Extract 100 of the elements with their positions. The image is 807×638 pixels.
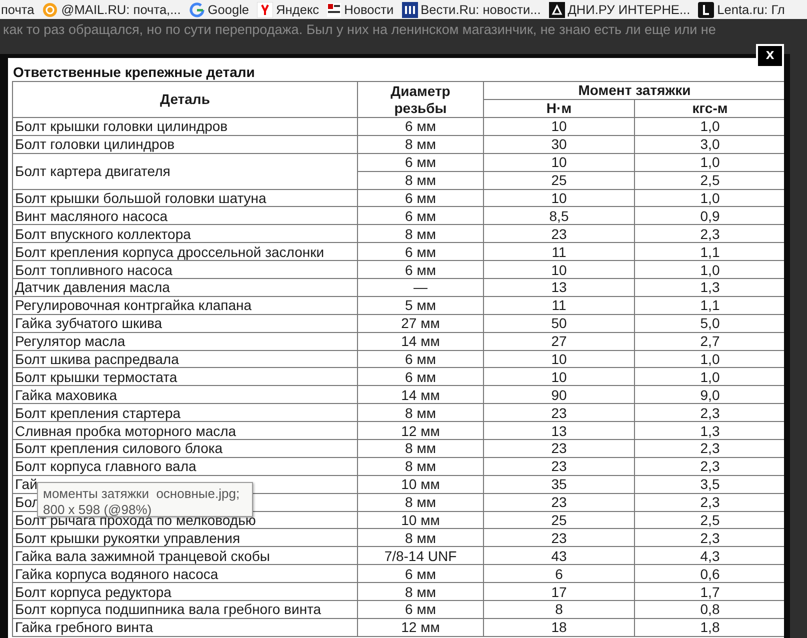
table-cell: Винт масляного насоса [12, 206, 358, 225]
table-cell: 50 [484, 314, 634, 332]
table-cell: Гайка корпуса водяного насоса [12, 564, 358, 583]
table-cell: Болт крепления силового блока [12, 440, 358, 458]
table-cell: Болт впускного коллектора [12, 224, 358, 243]
table-cell: 10 [484, 368, 634, 386]
table-cell: 10 [484, 189, 634, 207]
table-cell: 8 мм [358, 440, 484, 458]
table-cell: 8 мм [358, 582, 484, 601]
table-cell: 25 [484, 511, 634, 529]
column-header: Диаметр резьбы [358, 82, 484, 118]
table-cell: — [358, 278, 484, 296]
table-cell: 8 мм [358, 404, 484, 422]
table-cell: Болт топливного насоса [12, 260, 358, 279]
table-cell: Гайка гребного винта [12, 618, 358, 636]
table-cell: Регулировочная контргайка клапана [12, 296, 358, 314]
close-button[interactable]: x [756, 44, 784, 68]
bookmark-link[interactable]: Яндекс [257, 2, 320, 18]
table-cell: 6 [484, 564, 634, 583]
table-cell: 12 мм [358, 618, 484, 636]
table-cell: Болт головки цилиндров [12, 135, 358, 154]
table-cell: 6 мм [358, 350, 484, 368]
table-cell: Болт крышки термостата [12, 368, 358, 386]
table-cell: Гайка зубчатого шкива [12, 314, 358, 332]
table-cell: 6 мм [358, 118, 484, 136]
table-cell: Гайка маховика [12, 386, 358, 404]
table-cell: 27 мм [358, 314, 484, 332]
table-cell: 23 [484, 404, 634, 422]
table-cell: 8 мм [358, 135, 484, 154]
table-cell: 17 [484, 582, 634, 601]
table-cell: Болт корпуса главного вала [12, 457, 358, 476]
table-cell: Болт корпуса редуктора [12, 582, 358, 601]
table-cell: 6 мм [358, 368, 484, 386]
table-cell: Болт крышки головки цилиндров [12, 118, 358, 136]
table-cell: 8 мм [358, 493, 484, 512]
table-cell: 6 мм [358, 260, 484, 279]
table-cell: Болт крышки рукоятки управления [12, 528, 358, 547]
bookmark-link[interactable]: почта [1, 2, 34, 17]
table-cell: Болт крышки большой головки шатуна [12, 189, 358, 207]
table-cell: 90 [484, 386, 634, 404]
table-cell: 14 мм [358, 332, 484, 350]
table-cell: 10 мм [358, 511, 484, 529]
table-cell: 11 [484, 242, 634, 261]
table-cell: 10 [484, 118, 634, 136]
bookmark-link[interactable]: Lenta.ru: Гл [698, 2, 785, 18]
table-cell: 30 [484, 135, 634, 154]
table-cell: Гайка вала зажимной транцевой скобы [12, 546, 358, 565]
table-cell: 23 [484, 528, 634, 547]
table-cell: 10 [484, 153, 634, 172]
table-cell: 12 мм [358, 422, 484, 440]
table-cell: Регулятор масла [12, 332, 358, 350]
bookmark-link[interactable]: Новости [327, 2, 394, 17]
column-header: Н·м [484, 100, 634, 118]
table-cell: 10 мм [358, 475, 484, 494]
column-header: Момент затяжки [484, 82, 784, 100]
table-cell: 27 [484, 332, 634, 350]
table-cell: Датчик давления масла [12, 278, 358, 296]
table-cell: 23 [484, 457, 634, 476]
table-cell: 23 [484, 440, 634, 458]
page-text: как то раз обращался, но по сути перепродажа. Был у них на ленинском магазинчик, не знаю есть ли еще или не [2, 21, 717, 39]
table-cell: 11 [484, 296, 634, 314]
table-cell: Болт крепления стартера [12, 404, 358, 422]
table-cell: 23 [484, 493, 634, 512]
table-cell: 7/8-14 UNF [358, 546, 484, 565]
bookmark-link[interactable]: ДНИ.РУ ИНТЕРНЕ... [548, 2, 690, 18]
table-cell: 35 [484, 475, 634, 494]
table-cell: 13 [484, 278, 634, 296]
table-cell: 13 [484, 422, 634, 440]
table-cell: Болт корпуса подшипника вала гребного винта [12, 600, 358, 618]
table-cell: 10 [484, 350, 634, 368]
bookmark-link[interactable]: @MAIL.RU: почта,... [42, 2, 181, 18]
bookmark-link[interactable]: Вести.Ru: новости... [402, 2, 541, 18]
table-cell: 6 мм [358, 206, 484, 225]
table-cell: 10 [484, 260, 634, 279]
table-cell: Болт крепления корпуса дроссельной заслонки [12, 242, 358, 261]
table-cell: 43 [484, 546, 634, 565]
table-title: Ответственные крепежные детали [12, 63, 256, 81]
table-cell: 8 мм [358, 528, 484, 547]
table-cell: Сливная пробка моторного масла [12, 422, 358, 440]
table-cell: 8 мм [358, 171, 484, 190]
table-cell: 6 мм [358, 600, 484, 618]
table-cell: Болт картера двигателя [12, 153, 358, 190]
table-cell: 6 мм [358, 189, 484, 207]
g-logo-icon [188, 2, 205, 18]
table-cell: 14 мм [358, 386, 484, 404]
table-cell: 8 [484, 600, 634, 618]
table-cell: 6 мм [358, 564, 484, 583]
y-logo-icon [257, 2, 274, 18]
table-cell: 25 [484, 171, 634, 190]
bookmark-link[interactable]: Google [188, 2, 250, 18]
table-cell: Болт шкива распредвала [12, 350, 358, 368]
table-cell: 5 мм [358, 296, 484, 314]
table-cell: 6 мм [358, 242, 484, 261]
news-icon [327, 2, 342, 16]
table-cell: 8 мм [358, 457, 484, 476]
table-cell: 6 мм [358, 153, 484, 172]
column-header: Деталь [12, 82, 358, 118]
table-cell: 23 [484, 224, 634, 243]
table-cell: 18 [484, 618, 634, 636]
table-cell: 8 мм [358, 224, 484, 243]
